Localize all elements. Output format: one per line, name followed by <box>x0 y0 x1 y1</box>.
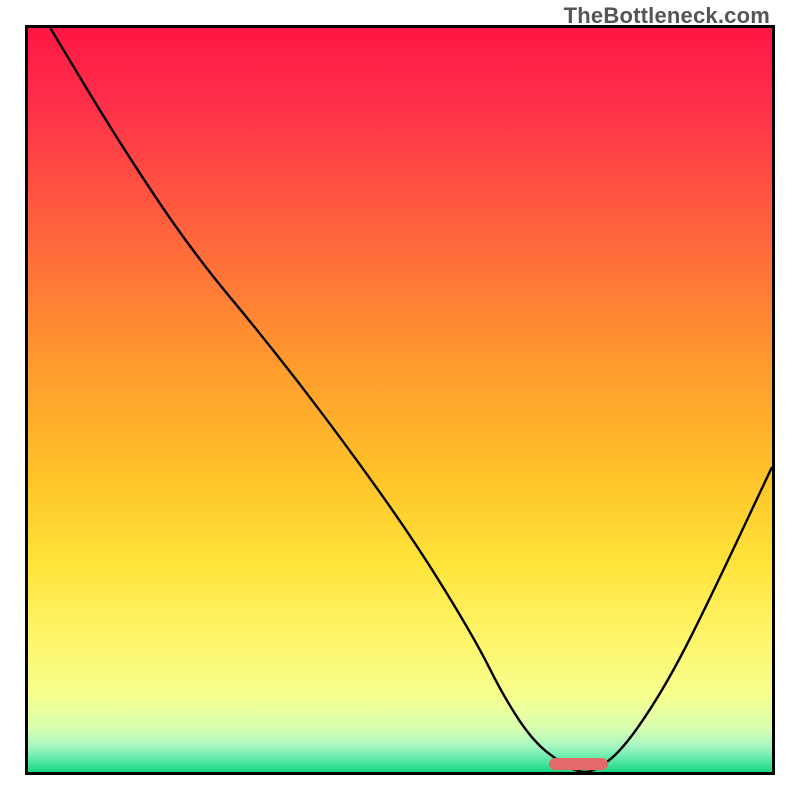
chart-frame <box>25 25 775 775</box>
bottleneck-chart <box>28 28 772 772</box>
optimal-range-marker <box>549 758 609 770</box>
heat-gradient-background <box>28 28 772 772</box>
